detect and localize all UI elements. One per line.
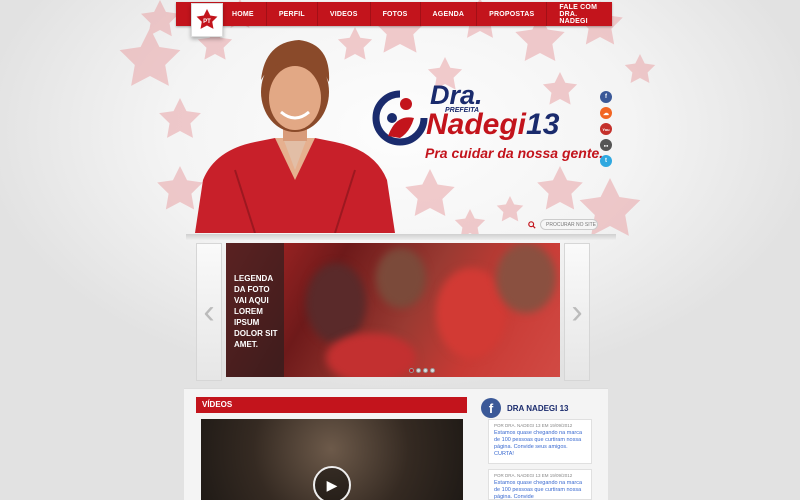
nav-item-agenda[interactable]: AGENDA xyxy=(421,2,478,26)
social-links: f ☁ You ●● t xyxy=(600,91,612,167)
slider-photo: LEGENDA DA FOTO VAI AQUI LOREM IPSUM DOL… xyxy=(226,243,560,377)
facebook-post[interactable]: POR DRA. NADEGI 13 EM 19/09/2012 Estamos… xyxy=(488,469,592,500)
slider-dot-4[interactable] xyxy=(430,368,435,373)
slider-next-button[interactable]: › xyxy=(564,243,590,381)
slider-caption: LEGENDA DA FOTO VAI AQUI LOREM IPSUM DOL… xyxy=(226,243,284,377)
post-meta: POR DRA. NADEGI 13 EM 19/09/2012 xyxy=(494,423,573,428)
play-icon: ▶ xyxy=(326,476,338,493)
nav-item-propostas[interactable]: PROPOSTAS xyxy=(477,2,548,26)
photo-crowd-shape xyxy=(326,333,416,377)
search-icon[interactable] xyxy=(528,220,536,229)
photo-slider: ‹ LEGENDA DA FOTO VAI AQUI LOREM IPSUM D… xyxy=(196,243,590,381)
soundcloud-icon[interactable]: ☁ xyxy=(600,107,612,119)
flickr-icon[interactable]: ●● xyxy=(600,139,612,151)
twitter-icon[interactable]: t xyxy=(600,155,612,167)
main-navigation: HOME PERFIL VIDEOS FOTOS AGENDA PROPOSTA… xyxy=(176,2,612,26)
facebook-icon[interactable]: f xyxy=(600,91,612,103)
campaign-slogan: Pra cuidar da nossa gente. xyxy=(425,145,604,161)
post-body: Estamos quase chegando na marca de 100 p… xyxy=(494,430,583,457)
post-body: Estamos quase chegando na marca de 100 p… xyxy=(494,480,583,500)
family-logo-icon xyxy=(372,90,428,146)
nav-item-fotos[interactable]: FOTOS xyxy=(371,2,421,26)
youtube-icon[interactable]: You xyxy=(600,123,612,135)
slider-dot-1[interactable] xyxy=(409,368,414,373)
nav-item-perfil[interactable]: PERFIL xyxy=(267,2,318,26)
header-divider xyxy=(186,234,616,240)
slider-dot-3[interactable] xyxy=(423,368,428,373)
search-input[interactable]: PROCURAR NO SITE xyxy=(540,219,598,230)
facebook-post[interactable]: POR DRA. NADEGI 13 EM 19/09/2012 Estamos… xyxy=(488,419,592,464)
brand-name: Nadegi13 xyxy=(426,108,559,142)
play-button[interactable]: ▶ xyxy=(313,466,351,500)
facebook-feed-title: DRA NADEGI 13 xyxy=(507,403,569,413)
slider-dots xyxy=(409,368,435,373)
facebook-icon[interactable]: f xyxy=(481,398,501,418)
facebook-feed-header: f DRA NADEGI 13 xyxy=(481,398,569,418)
post-meta: POR DRA. NADEGI 13 EM 19/09/2012 xyxy=(494,473,573,478)
video-player[interactable]: ▶ xyxy=(201,419,463,500)
candidate-photo xyxy=(195,40,395,233)
photo-crowd-shape xyxy=(496,243,556,313)
brand-name-text: Nadegi xyxy=(426,108,527,141)
site-search: PROCURAR NO SITE xyxy=(528,219,598,230)
videos-section-title: VÍDEOS xyxy=(196,397,467,413)
nav-item-videos[interactable]: VIDEOS xyxy=(318,2,371,26)
chevron-right-icon: › xyxy=(571,292,583,331)
photo-crowd-shape xyxy=(376,248,426,308)
nav-item-contact[interactable]: FALE COM DRA. NADEGI xyxy=(547,2,612,26)
brand-number: 13 xyxy=(526,108,560,141)
photo-crowd-shape xyxy=(306,263,366,343)
chevron-left-icon: ‹ xyxy=(203,292,215,331)
slider-dot-2[interactable] xyxy=(416,368,421,373)
party-logo-label: PT xyxy=(203,19,211,25)
slider-prev-button[interactable]: ‹ xyxy=(196,243,222,381)
